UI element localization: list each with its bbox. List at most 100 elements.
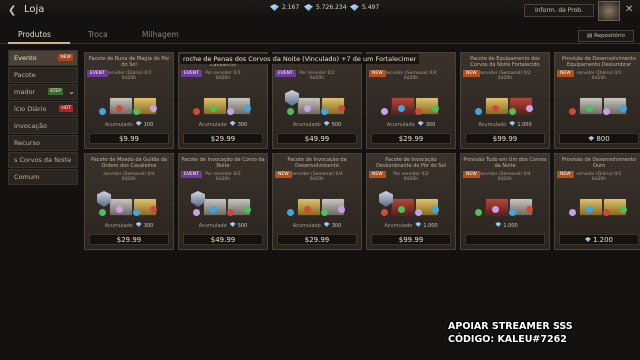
sidebar-item-mador[interactable]: mador STEP ⌄	[8, 84, 78, 100]
product-card[interactable]: Pacote de Invocação de Corvo da Noite Por…	[178, 153, 268, 250]
gem-orb-icon	[415, 108, 422, 115]
category-sidebar: Evento NEW Pacote mador STEP ⌄ ício Diár…	[8, 50, 78, 186]
back-chevron-icon[interactable]: ❮	[8, 5, 16, 16]
gem-orb-icon	[509, 209, 516, 216]
gem-orb-icon	[321, 209, 328, 216]
gem-orb-icon	[603, 108, 610, 115]
product-card[interactable]: Pacote de Equipamento dos Corvos da Noit…	[460, 52, 550, 149]
gem-orb-icon	[415, 209, 422, 216]
streamer-overlay: APOIAR STREAMER SSS CÓDIGO: KALEU#7262	[448, 321, 573, 345]
card-title: Pacote de Invocação de Desenvolvimento	[287, 157, 347, 169]
repository-button[interactable]: ▤ Repositório	[578, 30, 634, 42]
gem-orb-icon	[586, 206, 593, 213]
card-title: Pacote de Equipamento dos Corvos da Noit…	[470, 56, 540, 68]
sidebar-item-evento[interactable]: Evento NEW	[8, 50, 78, 66]
buy-button[interactable]: $29.99	[371, 133, 451, 144]
sidebar-item-corvos[interactable]: s Corvos da Noite	[8, 152, 78, 168]
product-card[interactable]: Pacote de Runa de Magia do Pôr do Sol ser…	[84, 52, 174, 149]
gem-orb-icon	[381, 108, 388, 115]
accumulated-points: Acumulado 500	[292, 121, 342, 128]
accumulated-points: Acumulado 1.000	[478, 121, 532, 128]
package-art	[283, 83, 353, 115]
currency-3: 5.497	[350, 4, 379, 11]
active-tab-indicator	[8, 42, 70, 44]
gem-orb-icon	[150, 105, 157, 112]
gem-orb-icon	[586, 105, 593, 112]
tab-milhagem[interactable]: Milhagem	[142, 30, 179, 39]
buy-button[interactable]: 800	[559, 133, 639, 144]
gem-icon	[323, 222, 330, 227]
tab-troca[interactable]: Troca	[88, 30, 108, 39]
gem-orb-icon	[227, 108, 234, 115]
gem-orb-icon	[338, 206, 345, 213]
gem-icon	[135, 121, 142, 126]
package-art	[189, 184, 259, 216]
card-title: Provisão de Desenvolvimento Ouro	[561, 157, 637, 169]
product-card[interactable]: Pacote de Moeda da Guilda da Ordem dos C…	[84, 153, 174, 250]
gem-orb-icon	[569, 209, 576, 216]
buy-button[interactable]: $99.99	[371, 234, 451, 245]
accumulated-points: Acumulado 300	[198, 121, 248, 128]
gem-orb-icon	[210, 206, 217, 213]
gem-orb-icon	[116, 105, 123, 112]
package-art	[95, 184, 165, 216]
package-art	[189, 83, 259, 115]
gem-orb-icon	[381, 209, 388, 216]
gem-orb-icon	[193, 108, 200, 115]
buy-button[interactable]: $29.99	[89, 234, 169, 245]
gem-orb-icon	[321, 108, 328, 115]
product-card[interactable]: Provisão Tudo em Um dos Corvos da Noite s…	[460, 153, 550, 250]
product-card[interactable]: servidor (Semanal) 0/4 6d20h NEW Acumulado 3…	[366, 52, 456, 149]
gem-orb-icon	[287, 108, 294, 115]
buy-button[interactable]: $49.99	[183, 234, 263, 245]
sidebar-item-pacote[interactable]: Pacote	[8, 67, 78, 83]
buy-button[interactable]	[465, 234, 545, 245]
currency-1: 2.167	[270, 4, 299, 11]
accumulated-points: Acumulado 1.000	[384, 222, 438, 229]
gem-orb-icon	[338, 105, 345, 112]
gem-orb-icon	[304, 206, 311, 213]
gem-orb-icon	[244, 206, 251, 213]
gem-orb-icon	[620, 206, 627, 213]
buy-button[interactable]: $29.99	[277, 234, 357, 245]
product-card[interactable]: Pacote de Invocação Deslumbrante do Pôr …	[366, 153, 456, 250]
product-card[interactable]: Provisão de Desenvolvimento Equipamento …	[554, 52, 640, 149]
sidebar-item-invocacao[interactable]: Invocação	[8, 118, 78, 134]
package-art	[377, 184, 447, 216]
gem-orb-icon	[492, 105, 499, 112]
buy-button[interactable]: 1.200	[559, 234, 639, 245]
card-title: Pacote de Moeda da Guilda da Ordem dos C…	[90, 157, 168, 169]
accumulated-points: Acumulado 300	[292, 222, 342, 229]
gem-orb-icon	[398, 206, 405, 213]
sidebar-item-comum[interactable]: Comum	[8, 169, 78, 185]
sidebar-item-diario[interactable]: ício Diário HOT	[8, 101, 78, 117]
avatar[interactable]	[598, 1, 620, 21]
sidebar-item-recurso[interactable]: Recurso	[8, 135, 78, 151]
event-badge: EVENT	[181, 171, 202, 178]
gem-icon	[304, 4, 313, 11]
package-art	[471, 83, 541, 115]
new-badge: NEW	[369, 70, 386, 77]
card-title: Pacote de Invocação de Corvo da Noite	[181, 157, 265, 169]
buy-button[interactable]: $49.99	[277, 133, 357, 144]
gem-orb-icon	[620, 105, 627, 112]
accumulated-points: Acumulado 500	[198, 222, 248, 229]
accumulated-points: Acumulado 100	[104, 121, 154, 128]
gem-icon	[323, 121, 330, 126]
product-card[interactable]: Por servidor 0/2 6d20h EVENT Acumulado 500 $4…	[272, 52, 362, 149]
product-card[interactable]: Provisão de Desenvolvimento Ouro servidor…	[554, 153, 640, 250]
problem-info-button[interactable]: Inform. de Prob.	[524, 4, 594, 17]
card-title: Pacote de Invocação Deslumbrante do Pôr …	[376, 157, 446, 169]
buy-button[interactable]: $99.99	[465, 133, 545, 144]
buy-button[interactable]: $9.99	[89, 133, 169, 144]
gem-orb-icon	[193, 209, 200, 216]
product-card[interactable]: Pacote de Invocação de Desenvolvimento se…	[272, 153, 362, 250]
buy-button[interactable]: $29.99	[183, 133, 263, 144]
close-icon[interactable]: ✕	[625, 4, 633, 15]
tab-produtos[interactable]: Produtos	[18, 30, 51, 39]
currency-2: 5.726.234	[304, 4, 347, 11]
package-art	[377, 83, 447, 115]
product-card[interactable]: Pacote de ... da Ordem dos CavaleirosPor…	[178, 52, 268, 149]
package-art	[283, 184, 353, 216]
item-tooltip: roche de Penas dos Corvos da Noite (Vinc…	[180, 54, 420, 64]
